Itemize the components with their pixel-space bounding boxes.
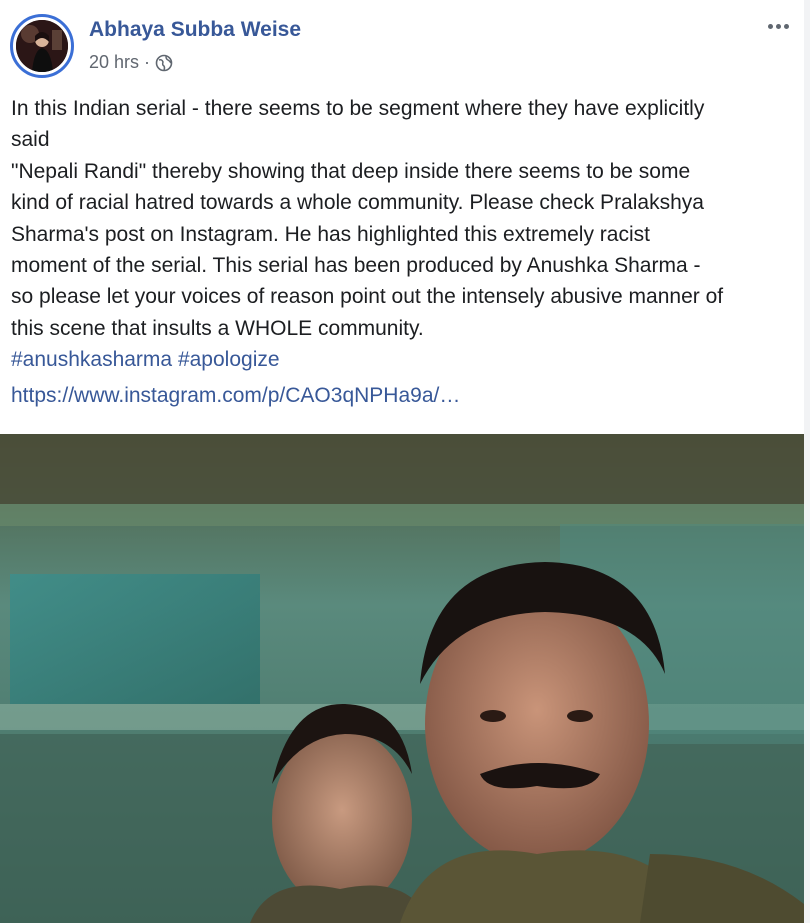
post-video-still[interactable] — [0, 434, 804, 923]
post-text-line: kind of racial hatred towards a whole co… — [11, 191, 704, 215]
instagram-link[interactable]: https://www.instagram.com/p/CAO3qNPHa9a/… — [11, 384, 460, 408]
meta-separator: · — [144, 52, 151, 72]
globe-icon[interactable] — [155, 54, 173, 72]
post-text-line: so please let your voices of reason poin… — [11, 285, 724, 309]
avatar-image — [16, 20, 68, 72]
post-text-line: Sharma's post on Instagram. He has highl… — [11, 222, 650, 246]
post-meta: 20 hrs · — [89, 52, 173, 73]
hashtag-apologize[interactable]: #apologize — [178, 348, 280, 371]
author-avatar[interactable] — [10, 14, 74, 78]
post-text-line: "Nepali Randi" thereby showing that deep… — [11, 159, 691, 183]
hashtag-line: #anushkasharma #apologize — [11, 344, 801, 375]
post-body: In this Indian serial - there seems to b… — [11, 93, 801, 376]
post-text-line: said — [11, 128, 50, 152]
author-name[interactable]: Abhaya Subba Weise — [89, 18, 301, 42]
hashtag-anushkasharma[interactable]: #anushkasharma — [11, 348, 172, 371]
feed-scroll-gutter — [804, 0, 810, 923]
post-time[interactable]: 20 hrs — [89, 52, 139, 73]
facebook-post: Abhaya Subba Weise 20 hrs · In this Indi… — [0, 0, 810, 923]
post-text-line: In this Indian serial - there seems to b… — [11, 97, 705, 120]
post-text-line: this scene that insults a WHOLE communit… — [11, 316, 424, 340]
video-frame-image — [0, 434, 804, 923]
post-text-line: moment of the serial. This serial has be… — [11, 254, 701, 278]
more-options-icon[interactable] — [760, 14, 796, 38]
